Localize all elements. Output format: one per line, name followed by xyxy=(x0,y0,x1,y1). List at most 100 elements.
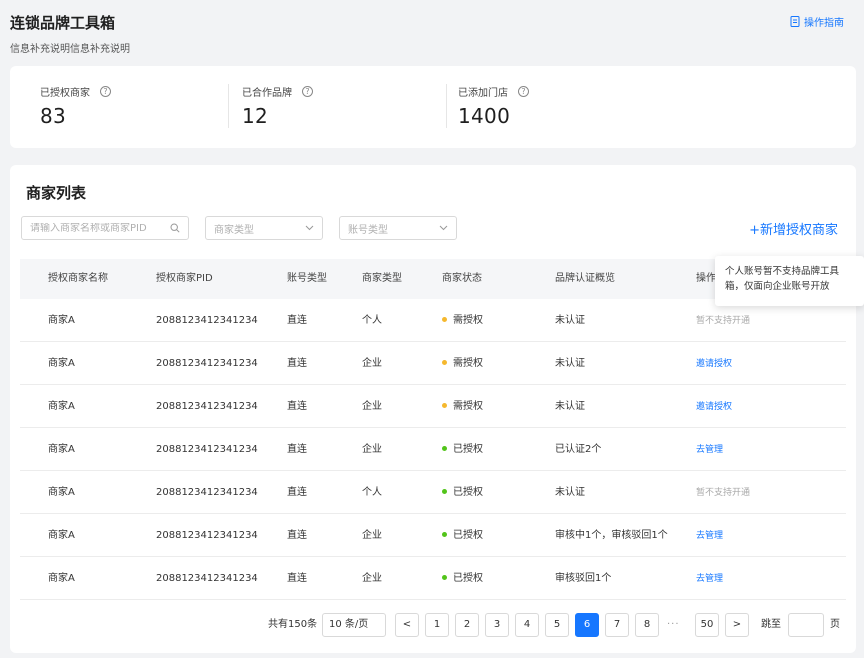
name-cell: 商家A xyxy=(48,487,75,498)
page-button-last[interactable]: 50 xyxy=(695,613,719,637)
column-header: 商家状态 xyxy=(442,273,482,284)
guide-label: 操作指南 xyxy=(804,18,844,29)
account-cell: 直连 xyxy=(287,573,307,584)
pagination-total: 共有150条 xyxy=(268,619,318,630)
status-dot-icon xyxy=(442,359,447,365)
brand-cell: 未认证 xyxy=(555,401,585,412)
table-row: 商家A 2088123412341234 直连 企业 已授权 审核中1个，审核驳回1个 去管… xyxy=(20,514,846,557)
pid-cell: 2088123412341234 xyxy=(156,573,258,584)
merchant-type-placeholder: 商家类型 xyxy=(214,224,254,236)
pid-cell: 2088123412341234 xyxy=(156,315,258,326)
jump-input[interactable] xyxy=(788,613,824,637)
brand-cell: 已认证2个 xyxy=(555,444,602,455)
add-merchant-button[interactable]: +新增授权商家 xyxy=(749,219,838,238)
account-cell: 直连 xyxy=(287,530,307,541)
status-text: 已授权 xyxy=(453,487,483,498)
page-title: 连锁品牌工具箱 xyxy=(10,14,116,32)
status-cell: 已授权 xyxy=(442,557,483,600)
brand-cell: 未认证 xyxy=(555,315,585,326)
column-header: 操作 xyxy=(696,273,716,284)
account-cell: 直连 xyxy=(287,487,307,498)
action-cell: 去管理 xyxy=(696,428,723,472)
account-cell: 直连 xyxy=(287,315,307,326)
brand-cell: 未认证 xyxy=(555,487,585,498)
stat-value: 1400 xyxy=(458,104,511,128)
brand-cell: 审核中1个，审核驳回1个 xyxy=(555,530,668,541)
status-cell: 已授权 xyxy=(442,428,483,471)
chevron-down-icon xyxy=(305,225,314,231)
account-cell: 直连 xyxy=(287,444,307,455)
row-action-disabled: 暂不支持开通 xyxy=(696,488,751,498)
stat-label: 已合作品牌 xyxy=(242,88,292,99)
account-cell: 直连 xyxy=(287,401,307,412)
document-icon xyxy=(790,16,800,27)
pid-cell: 2088123412341234 xyxy=(156,358,258,369)
action-cell: 邀请授权 xyxy=(696,385,732,429)
column-header: 品牌认证概览 xyxy=(555,273,615,284)
page-button[interactable]: 5 xyxy=(545,613,569,637)
prev-page-button[interactable]: < xyxy=(395,613,419,637)
search-input[interactable] xyxy=(30,222,150,234)
help-icon[interactable]: ? xyxy=(100,86,111,97)
list-title: 商家列表 xyxy=(26,184,87,202)
name-cell: 商家A xyxy=(48,401,75,412)
help-icon[interactable]: ? xyxy=(302,86,313,97)
next-page-button[interactable]: > xyxy=(725,613,749,637)
row-action-link[interactable]: 去管理 xyxy=(696,445,723,455)
pid-cell: 2088123412341234 xyxy=(156,487,258,498)
account-cell: 直连 xyxy=(287,358,307,369)
chevron-down-icon xyxy=(439,225,448,231)
pid-cell: 2088123412341234 xyxy=(156,444,258,455)
column-header: 商家类型 xyxy=(362,273,402,284)
pid-cell: 2088123412341234 xyxy=(156,401,258,412)
table-row: 商家A 2088123412341234 直连 企业 需授权 未认证 邀请授权 xyxy=(20,385,846,428)
page-button[interactable]: 7 xyxy=(605,613,629,637)
pagination-ellipsis[interactable]: ··· xyxy=(667,613,680,637)
account-type-select[interactable]: 账号类型 xyxy=(339,216,457,240)
search-field[interactable] xyxy=(21,216,189,240)
type-cell: 企业 xyxy=(362,444,382,455)
action-cell: 去管理 xyxy=(696,557,723,601)
stat-label: 已授权商家 xyxy=(40,88,90,99)
status-cell: 已授权 xyxy=(442,471,483,514)
stat-value: 83 xyxy=(40,104,67,128)
table-row: 商家A 2088123412341234 直连 企业 已授权 已认证2个 去管理 xyxy=(20,428,846,471)
type-cell: 企业 xyxy=(362,530,382,541)
status-cell: 需授权 xyxy=(442,385,483,428)
status-text: 需授权 xyxy=(453,401,483,412)
status-dot-icon xyxy=(442,316,447,322)
status-dot-icon xyxy=(442,402,447,408)
table-row: 商家A 2088123412341234 直连 企业 需授权 未认证 邀请授权 xyxy=(20,342,846,385)
page-suffix: 页 xyxy=(830,619,840,630)
status-dot-icon xyxy=(442,531,447,537)
status-cell: 需授权 xyxy=(442,342,483,385)
page-button[interactable]: 3 xyxy=(485,613,509,637)
page-button[interactable]: 2 xyxy=(455,613,479,637)
page-button[interactable]: 8 xyxy=(635,613,659,637)
status-text: 需授权 xyxy=(453,358,483,369)
pid-cell: 2088123412341234 xyxy=(156,530,258,541)
type-cell: 个人 xyxy=(362,487,382,498)
row-action-link[interactable]: 去管理 xyxy=(696,531,723,541)
stat-value: 12 xyxy=(242,104,269,128)
brand-cell: 未认证 xyxy=(555,358,585,369)
search-icon xyxy=(170,223,180,233)
type-cell: 个人 xyxy=(362,315,382,326)
stat-label: 已添加门店 xyxy=(458,88,508,99)
column-header: 账号类型 xyxy=(287,273,327,284)
row-action-disabled: 暂不支持开通 xyxy=(696,316,751,326)
account-type-placeholder: 账号类型 xyxy=(348,224,388,236)
row-action-link[interactable]: 邀请授权 xyxy=(696,359,732,369)
page-button[interactable]: 1 xyxy=(425,613,449,637)
help-icon[interactable]: ? xyxy=(518,86,529,97)
page-button[interactable]: 6 xyxy=(575,613,599,637)
merchant-type-select[interactable]: 商家类型 xyxy=(205,216,323,240)
status-text: 已授权 xyxy=(453,444,483,455)
stat-divider xyxy=(446,84,447,128)
page-button[interactable]: 4 xyxy=(515,613,539,637)
row-action-link[interactable]: 去管理 xyxy=(696,574,723,584)
row-action-link[interactable]: 邀请授权 xyxy=(696,402,732,412)
page-size-select[interactable]: 10 条/页 xyxy=(322,613,386,637)
guide-link[interactable]: 操作指南 xyxy=(790,14,844,29)
page-subtitle: 信息补充说明信息补充说明 xyxy=(10,44,130,55)
